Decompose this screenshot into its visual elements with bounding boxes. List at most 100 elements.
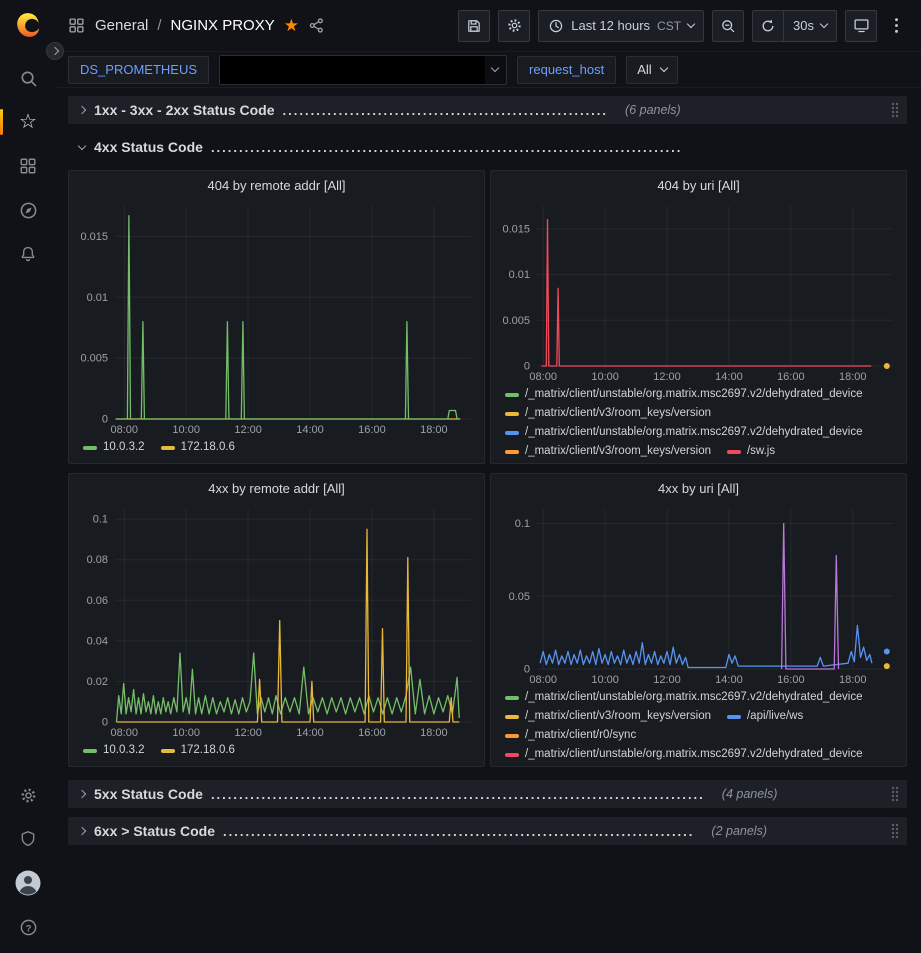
svg-text:14:00: 14:00 bbox=[715, 371, 743, 383]
row-title-dots: ........................................… bbox=[223, 824, 694, 839]
legend-item[interactable]: /_matrix/client/unstable/org.matrix.msc2… bbox=[505, 385, 863, 404]
legend: 10.0.3.2 172.18.0.6 bbox=[69, 741, 484, 766]
svg-text:0.015: 0.015 bbox=[80, 231, 108, 243]
svg-text:12:00: 12:00 bbox=[653, 674, 681, 686]
time-series-plot[interactable]: 00.0050.010.01508:0010:0012:0014:0016:00… bbox=[69, 199, 484, 438]
sidebar-item-explore[interactable] bbox=[8, 188, 48, 232]
search-icon[interactable] bbox=[8, 56, 48, 100]
panel-title[interactable]: 404 by remote addr [All] bbox=[69, 171, 484, 199]
row-4xx-status-code[interactable]: 4xx Status Code ........................… bbox=[68, 133, 907, 161]
sidebar-item-dashboards[interactable] bbox=[8, 144, 48, 188]
request-host-select[interactable]: All bbox=[626, 56, 677, 84]
help-icon: ? bbox=[19, 918, 38, 937]
row-5xx-status-code[interactable]: 5xx Status Code ........................… bbox=[68, 780, 907, 808]
chevron-down-icon bbox=[820, 20, 828, 28]
legend-label: 10.0.3.2 bbox=[103, 741, 145, 760]
panel-404-by-remote-addr: 404 by remote addr [All] 00.0050.010.015… bbox=[68, 170, 485, 464]
share-icon[interactable] bbox=[308, 17, 325, 34]
zoom-out-button[interactable] bbox=[712, 10, 744, 42]
user-avatar[interactable] bbox=[8, 861, 48, 905]
legend-item[interactable]: /_matrix/client/unstable/org.matrix.msc2… bbox=[505, 423, 863, 442]
legend-color-mark bbox=[161, 446, 175, 450]
legend-item[interactable]: /api/live/ws bbox=[727, 707, 803, 726]
legend-color-mark bbox=[505, 393, 519, 397]
sidebar-collapse-toggle[interactable] bbox=[46, 42, 64, 60]
refresh-button[interactable] bbox=[752, 10, 784, 42]
dashboard-settings-button[interactable] bbox=[498, 10, 530, 42]
chevron-right-icon bbox=[51, 47, 59, 55]
svg-text:16:00: 16:00 bbox=[777, 371, 805, 383]
avatar-icon bbox=[15, 870, 41, 896]
legend-color-mark bbox=[161, 749, 175, 753]
time-series-plot[interactable]: 00.020.040.060.080.108:0010:0012:0014:00… bbox=[69, 502, 484, 741]
save-dashboard-button[interactable] bbox=[458, 10, 490, 42]
legend-item[interactable]: /_matrix/client/v3/room_keys/version bbox=[505, 707, 711, 726]
legend-label: 172.18.0.6 bbox=[181, 438, 235, 457]
svg-text:0.01: 0.01 bbox=[87, 292, 108, 304]
time-series-plot[interactable]: 00.0050.010.01508:0010:0012:0014:0016:00… bbox=[491, 199, 906, 385]
row-panel-count: (2 panels) bbox=[711, 824, 767, 838]
breadcrumb: General / NGINX PROXY ★ bbox=[95, 17, 325, 34]
sidebar: ☆ ? bbox=[0, 0, 56, 953]
legend-item[interactable]: /sw.js bbox=[727, 442, 775, 461]
svg-text:16:00: 16:00 bbox=[777, 674, 805, 686]
svg-text:0: 0 bbox=[102, 717, 108, 729]
legend-item[interactable]: /_matrix/client/v3/room_keys/version bbox=[505, 442, 711, 461]
legend-item[interactable]: /_matrix/client/unstable/org.matrix.msc2… bbox=[505, 688, 863, 707]
breadcrumb-separator: / bbox=[157, 17, 161, 34]
panel-title[interactable]: 4xx by uri [All] bbox=[491, 474, 906, 502]
row-1xx-3xx-2xx-status-code[interactable]: 1xx - 3xx - 2xx Status Code ............… bbox=[68, 96, 907, 124]
monitor-icon bbox=[853, 17, 870, 34]
grafana-logo[interactable] bbox=[13, 10, 43, 40]
svg-text:08:00: 08:00 bbox=[529, 371, 557, 383]
legend-item[interactable]: 172.18.0.6 bbox=[161, 438, 235, 457]
row-panel-count: (6 panels) bbox=[625, 103, 681, 117]
legend-item[interactable]: 10.0.3.2 bbox=[83, 741, 145, 760]
legend-item[interactable]: /_matrix/client/unstable/org.matrix.msc2… bbox=[505, 745, 863, 764]
sidebar-item-admin[interactable] bbox=[8, 817, 48, 861]
clock-icon bbox=[548, 18, 564, 34]
chevron-right-icon bbox=[75, 828, 89, 834]
time-series-plot[interactable]: 00.050.108:0010:0012:0014:0016:0018:00 bbox=[491, 502, 906, 688]
drag-handle-icon[interactable] bbox=[890, 786, 900, 802]
favorite-star-icon[interactable]: ★ bbox=[284, 17, 299, 34]
panel-title[interactable]: 4xx by remote addr [All] bbox=[69, 474, 484, 502]
refresh-interval-picker[interactable]: 30s bbox=[784, 10, 837, 42]
chevron-down-icon bbox=[659, 64, 667, 72]
top-navbar: General / NGINX PROXY ★ Last 12 hours bbox=[56, 0, 921, 52]
variable-label-ds-prometheus[interactable]: DS_PROMETHEUS bbox=[68, 56, 209, 84]
drag-handle-icon[interactable] bbox=[890, 823, 900, 839]
legend-item[interactable]: 172.18.0.6 bbox=[161, 741, 235, 760]
sidebar-item-configuration[interactable] bbox=[8, 773, 48, 817]
svg-text:14:00: 14:00 bbox=[715, 674, 743, 686]
apps-grid-icon[interactable] bbox=[68, 17, 85, 34]
svg-text:08:00: 08:00 bbox=[111, 424, 139, 436]
chevron-right-icon bbox=[75, 791, 89, 797]
drag-handle-icon[interactable] bbox=[890, 102, 900, 118]
legend-item[interactable]: 10.0.3.2 bbox=[83, 438, 145, 457]
svg-text:18:00: 18:00 bbox=[839, 371, 867, 383]
dashboard-title[interactable]: NGINX PROXY bbox=[171, 17, 275, 34]
legend-label: /_matrix/client/unstable/org.matrix.msc2… bbox=[525, 745, 863, 764]
sidebar-item-starred[interactable]: ☆ bbox=[8, 100, 48, 144]
legend-color-mark bbox=[505, 734, 519, 738]
sidebar-item-alerting[interactable] bbox=[8, 232, 48, 276]
variable-label-request-host[interactable]: request_host bbox=[517, 56, 616, 84]
legend-item[interactable]: /_matrix/client/r0/sync bbox=[505, 726, 636, 745]
chart-area: 00.0050.010.01508:0010:0012:0014:0016:00… bbox=[69, 199, 484, 438]
bell-icon bbox=[19, 245, 37, 263]
panel-title[interactable]: 404 by uri [All] bbox=[491, 171, 906, 199]
legend-color-mark bbox=[505, 431, 519, 435]
svg-text:14:00: 14:00 bbox=[296, 424, 324, 436]
chart-area: 00.0050.010.01508:0010:0012:0014:0016:00… bbox=[491, 199, 906, 385]
sidebar-item-help[interactable]: ? bbox=[8, 905, 48, 949]
row-6xx-status-code[interactable]: 6xx > Status Code ......................… bbox=[68, 817, 907, 845]
more-options-button[interactable] bbox=[885, 10, 907, 42]
datasource-select[interactable] bbox=[219, 55, 507, 85]
tv-mode-button[interactable] bbox=[845, 10, 877, 42]
compass-icon bbox=[19, 201, 38, 220]
breadcrumb-folder[interactable]: General bbox=[95, 17, 148, 34]
svg-text:0.08: 0.08 bbox=[87, 554, 108, 566]
legend-item[interactable]: /_matrix/client/v3/room_keys/version bbox=[505, 404, 711, 423]
time-range-picker[interactable]: Last 12 hours CST bbox=[538, 10, 704, 42]
